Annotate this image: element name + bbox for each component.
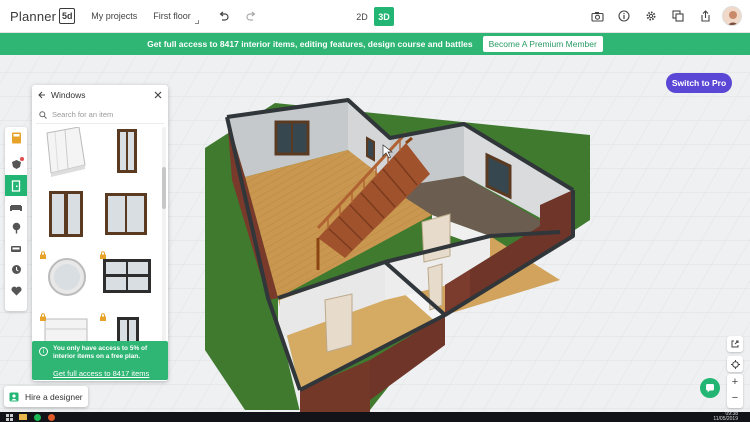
favorites-tool[interactable] bbox=[5, 280, 27, 301]
top-right-actions bbox=[581, 5, 742, 27]
doors-windows-tool[interactable] bbox=[5, 175, 27, 196]
catalog-item[interactable] bbox=[99, 251, 153, 307]
fullscreen-button[interactable] bbox=[727, 336, 743, 352]
left-category-toolbar bbox=[5, 127, 27, 311]
tree-icon bbox=[12, 222, 20, 233]
info-icon[interactable] bbox=[613, 5, 635, 27]
share-icon[interactable] bbox=[694, 5, 716, 27]
catalog-item[interactable] bbox=[39, 126, 93, 183]
clock-date: 11/05/2019 bbox=[713, 416, 738, 422]
heart-icon bbox=[10, 286, 22, 295]
logo-badge: 5d bbox=[59, 8, 76, 24]
catalog-item[interactable] bbox=[39, 251, 93, 307]
floor-selector[interactable]: First floor bbox=[153, 11, 199, 24]
recenter-button[interactable] bbox=[727, 356, 743, 372]
camera-icon[interactable] bbox=[586, 5, 608, 27]
search-icon bbox=[39, 110, 47, 119]
zoom-out-icon[interactable]: − bbox=[727, 390, 743, 406]
panel-title: Windows bbox=[51, 90, 86, 100]
shield-icon bbox=[11, 160, 21, 169]
history-tool[interactable] bbox=[5, 259, 27, 280]
spotify-icon[interactable] bbox=[32, 413, 42, 421]
copy-icon[interactable] bbox=[667, 5, 689, 27]
sofa-icon bbox=[10, 204, 22, 211]
hire-designer-label: Hire a designer bbox=[25, 391, 83, 402]
lock-icon bbox=[40, 313, 46, 321]
zoom-controls: + − bbox=[727, 374, 743, 408]
designer-icon bbox=[9, 392, 19, 401]
mode-3d-button[interactable]: 3D bbox=[374, 7, 394, 26]
view-mode-toggle: 2D 3D bbox=[352, 7, 394, 26]
chat-icon bbox=[706, 384, 714, 393]
catalog-item[interactable] bbox=[99, 189, 153, 245]
white-window-thumbnail bbox=[46, 126, 86, 177]
info-icon: i bbox=[39, 347, 48, 356]
double-window-thumbnail bbox=[105, 193, 147, 235]
logo-text: Planner bbox=[10, 8, 57, 24]
search-bar bbox=[36, 106, 164, 124]
file-explorer-icon[interactable] bbox=[18, 413, 28, 421]
catalog-panel: Windows bbox=[32, 85, 168, 381]
door-icon bbox=[11, 179, 21, 192]
scrollbar-thumb[interactable] bbox=[162, 167, 166, 209]
become-premium-button[interactable]: Become A Premium Member bbox=[482, 36, 603, 52]
taskbar-clock: 09:38 11/05/2019 bbox=[713, 412, 738, 422]
viewport-controls: + − bbox=[727, 336, 743, 408]
redo-icon[interactable] bbox=[241, 5, 263, 27]
round-window-thumbnail bbox=[48, 258, 86, 296]
lock-icon bbox=[100, 313, 106, 321]
calculator-icon bbox=[11, 132, 21, 143]
french-window-thumbnail bbox=[49, 191, 83, 237]
calculator-tool[interactable] bbox=[5, 127, 27, 148]
appliance-icon bbox=[11, 245, 21, 252]
planner5d-app: Planner 5d My projects First floor 2D 3D bbox=[0, 0, 750, 422]
panel-header: Windows bbox=[32, 85, 168, 105]
free-plan-text: You only have access to 5% of interior i… bbox=[53, 345, 148, 360]
get-full-access-link[interactable]: Get full access to 8417 items bbox=[53, 369, 162, 378]
browser-icon[interactable] bbox=[46, 413, 56, 421]
windows-start-icon[interactable] bbox=[4, 413, 14, 421]
banner-text: Get full access to 8417 interior items, … bbox=[147, 39, 473, 49]
notification-dot bbox=[20, 157, 24, 161]
os-taskbar: 09:38 11/05/2019 bbox=[0, 412, 750, 422]
zoom-in-icon[interactable]: + bbox=[727, 374, 743, 390]
styles-tool[interactable] bbox=[5, 154, 27, 175]
lock-icon bbox=[40, 251, 46, 259]
avatar[interactable] bbox=[722, 6, 742, 26]
catalog-item[interactable] bbox=[39, 189, 93, 245]
appliances-tool[interactable] bbox=[5, 238, 27, 259]
furniture-tool[interactable] bbox=[5, 196, 27, 217]
back-arrow-icon[interactable] bbox=[38, 91, 46, 99]
floor-selector-label: First floor bbox=[153, 11, 191, 21]
switch-to-pro-button[interactable]: Switch to Pro bbox=[666, 73, 732, 93]
planner5d-logo[interactable]: Planner 5d bbox=[10, 6, 76, 26]
lock-icon bbox=[100, 251, 106, 259]
crosshair-icon bbox=[730, 359, 740, 369]
external-link-icon bbox=[731, 340, 739, 348]
premium-banner: Get full access to 8417 interior items, … bbox=[0, 33, 750, 55]
close-icon[interactable] bbox=[154, 91, 162, 99]
grid-window-thumbnail bbox=[103, 259, 151, 293]
undo-icon[interactable] bbox=[213, 5, 235, 27]
gear-icon[interactable] bbox=[640, 5, 662, 27]
search-input[interactable] bbox=[52, 110, 152, 119]
hire-designer-button[interactable]: Hire a designer bbox=[4, 386, 88, 407]
my-projects-link[interactable]: My projects bbox=[91, 11, 137, 21]
top-toolbar: Planner 5d My projects First floor 2D 3D bbox=[0, 0, 750, 33]
exterior-tool[interactable] bbox=[5, 217, 27, 238]
clock-icon bbox=[11, 265, 21, 274]
free-plan-notice: i You only have access to 5% of interior… bbox=[32, 341, 168, 380]
dropdown-corner-icon bbox=[194, 20, 199, 24]
brown-window-thumbnail bbox=[117, 129, 137, 173]
mode-2d-button[interactable]: 2D bbox=[352, 7, 372, 26]
chat-button[interactable] bbox=[700, 378, 720, 398]
catalog-item[interactable] bbox=[99, 127, 153, 183]
